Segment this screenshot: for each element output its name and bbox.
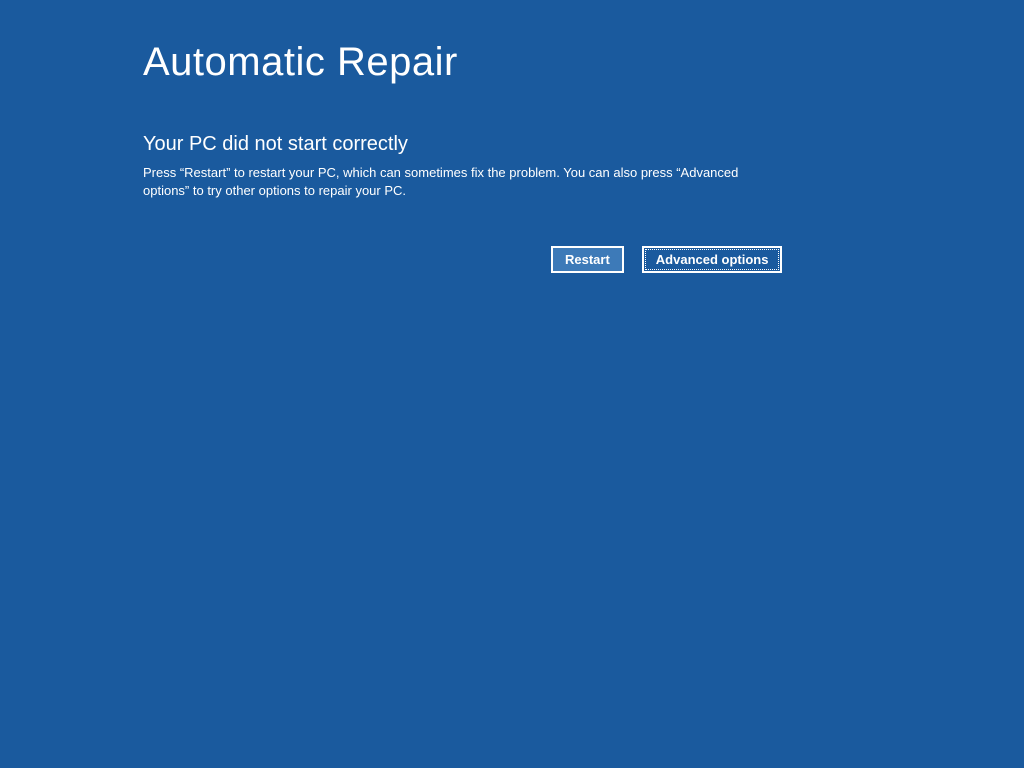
page-description: Press “Restart” to restart your PC, whic… bbox=[143, 164, 753, 200]
page-title: Automatic Repair bbox=[143, 40, 881, 85]
repair-screen: Automatic Repair Your PC did not start c… bbox=[0, 0, 1024, 273]
button-row: Restart Advanced options bbox=[143, 246, 881, 273]
advanced-options-button[interactable]: Advanced options bbox=[642, 246, 783, 273]
page-subtitle: Your PC did not start correctly bbox=[143, 133, 881, 156]
restart-button[interactable]: Restart bbox=[551, 246, 624, 273]
